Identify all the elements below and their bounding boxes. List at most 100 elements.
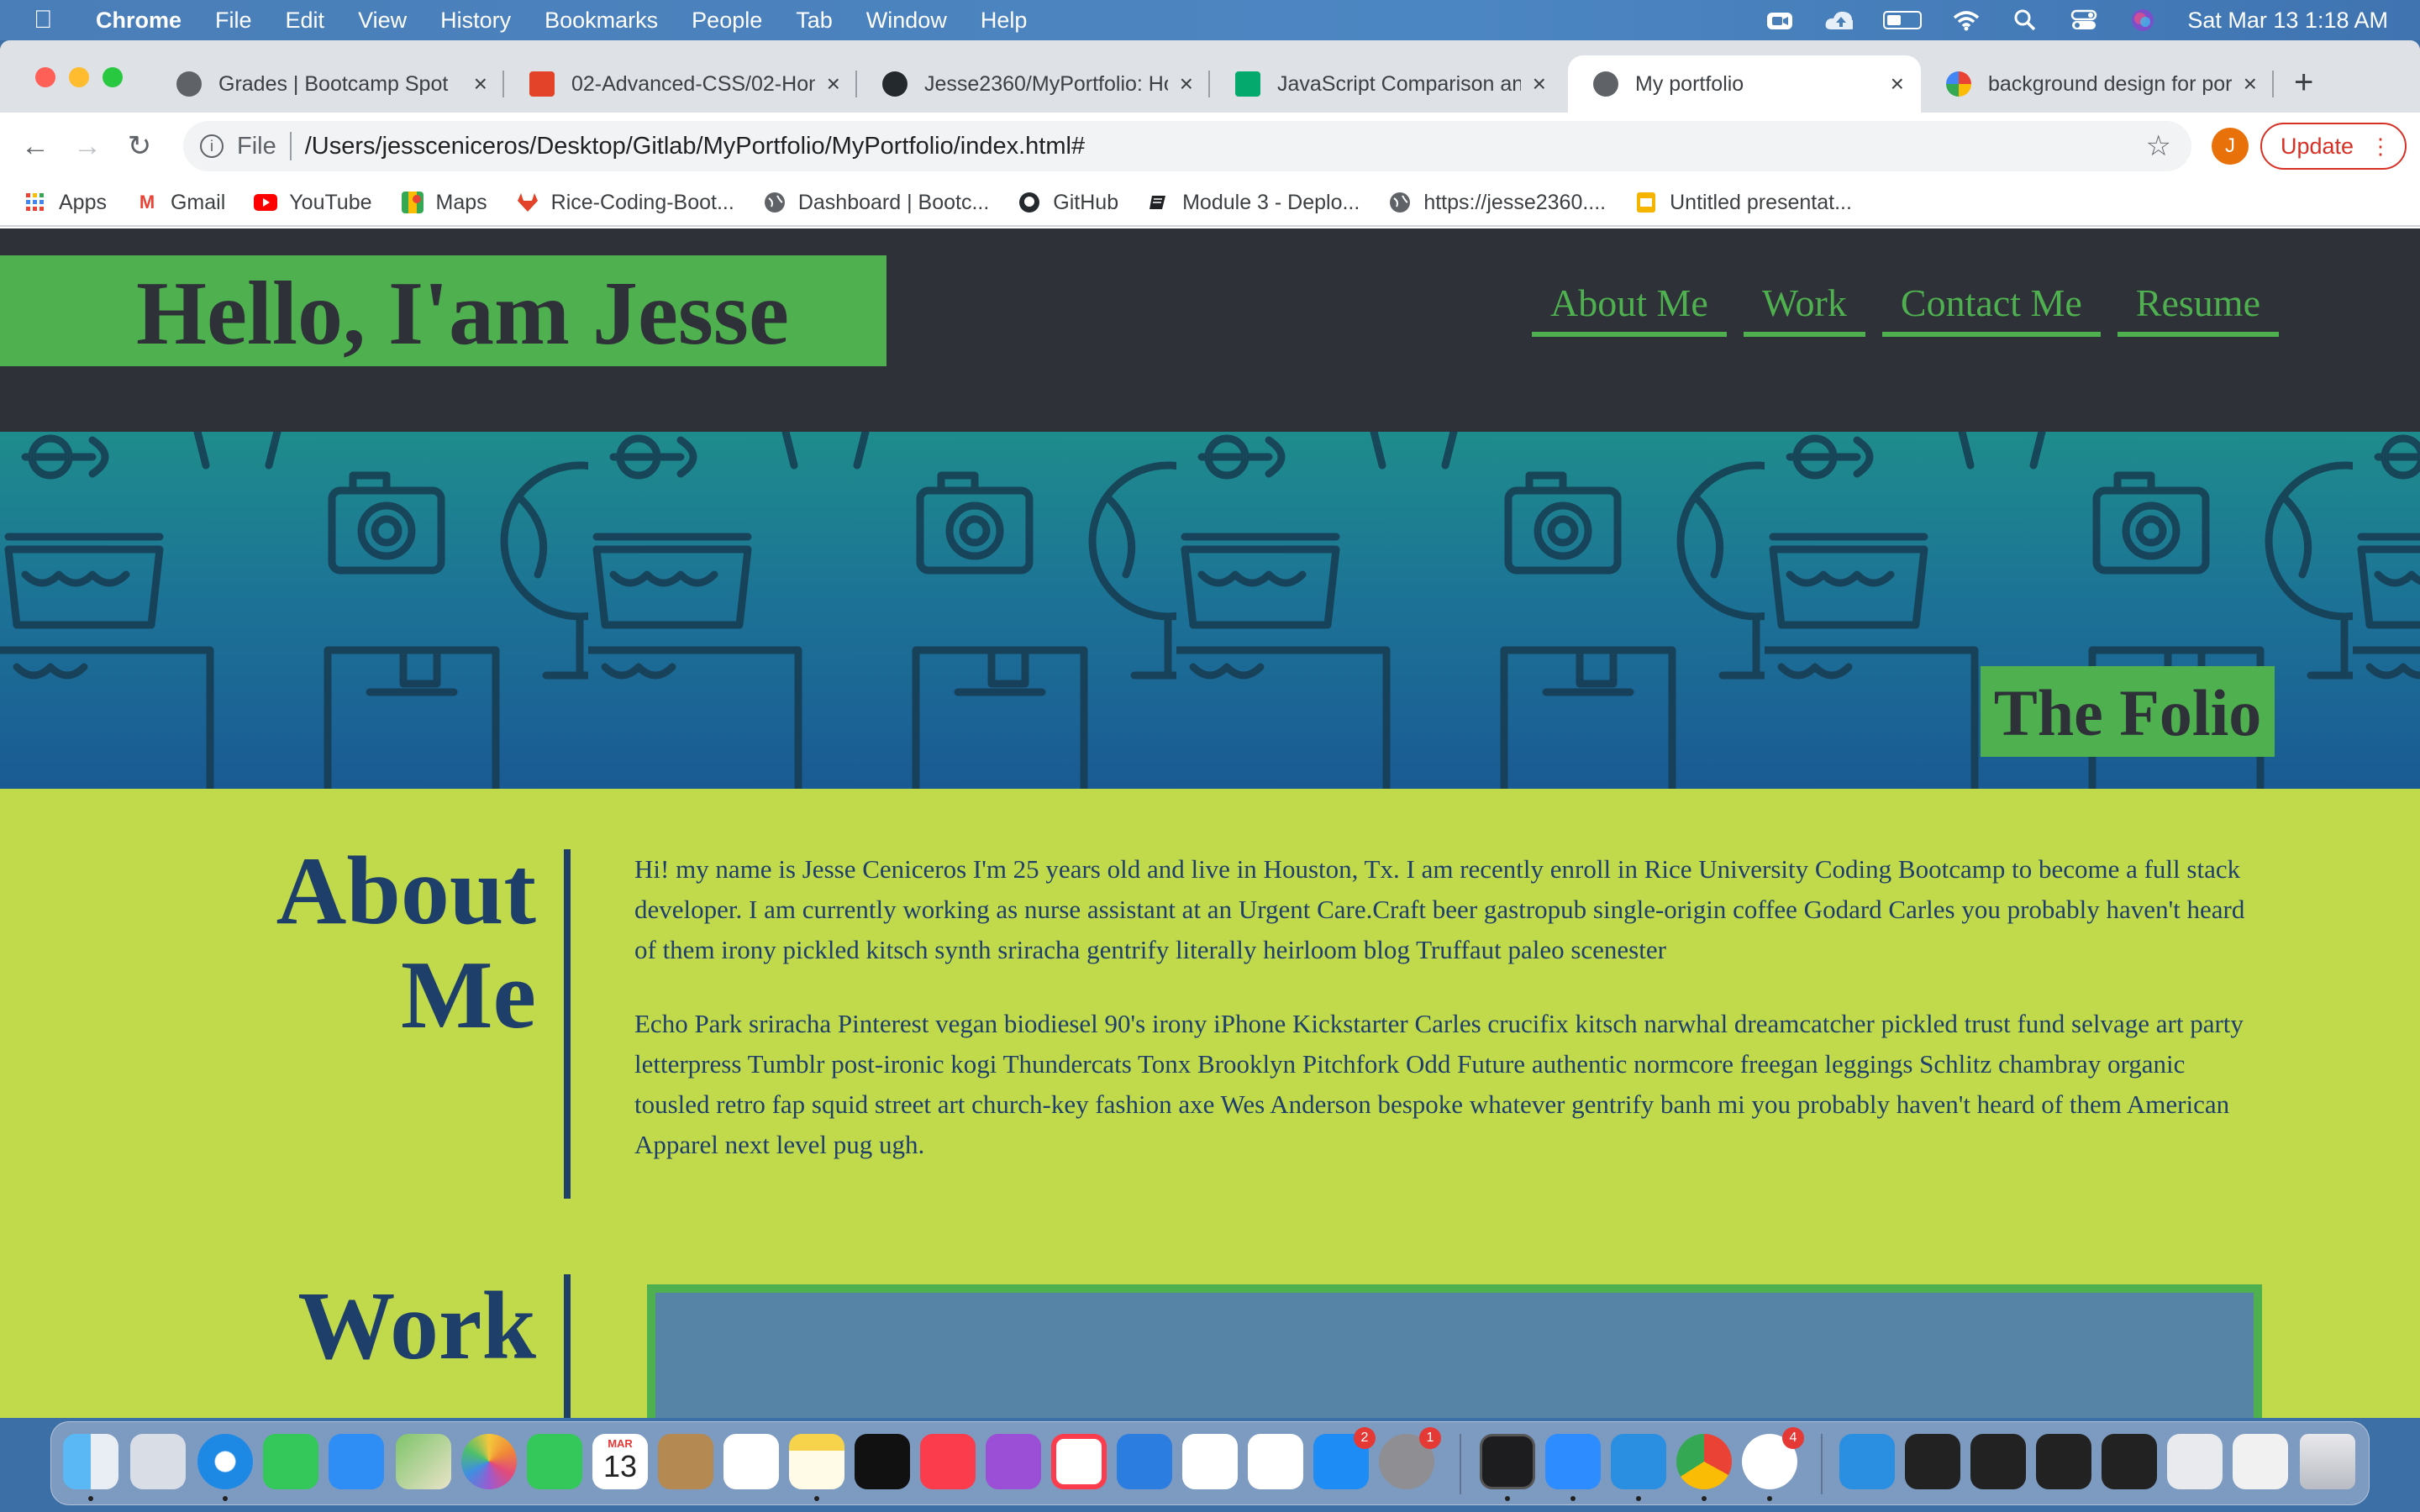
forward-arrow-icon[interactable]: → <box>71 130 104 163</box>
music-icon[interactable] <box>920 1434 976 1489</box>
tab-my-portfolio[interactable]: My portfolio × <box>1568 55 1921 113</box>
numbers-icon[interactable] <box>1182 1434 1238 1489</box>
tab-grades[interactable]: Grades | Bootcamp Spot × <box>151 55 504 113</box>
window-close-button[interactable] <box>35 67 55 87</box>
menu-help[interactable]: Help <box>981 8 1028 34</box>
tab-close-icon[interactable]: × <box>2244 71 2257 97</box>
back-arrow-icon[interactable]: ← <box>18 130 52 163</box>
contacts-icon[interactable] <box>658 1434 713 1489</box>
nav-work[interactable]: Work <box>1743 281 1865 337</box>
facetime-icon[interactable] <box>527 1434 582 1489</box>
trash-icon[interactable] <box>2300 1434 2355 1489</box>
chrome-icon[interactable] <box>1676 1434 1732 1489</box>
url-text[interactable]: /Users/jessceniceros/Desktop/Gitlab/MyPo… <box>305 133 1085 160</box>
tab-github-portfolio[interactable]: Jesse2360/MyPortfolio: Homework × <box>857 55 1210 113</box>
pages-icon[interactable] <box>1248 1434 1303 1489</box>
menu-history[interactable]: History <box>440 8 511 34</box>
tab-background-design[interactable]: background design for portfolio × <box>1921 55 2274 113</box>
bookmark-maps[interactable]: Maps <box>401 191 487 215</box>
menu-window[interactable]: Window <box>866 8 947 34</box>
bookmark-apps[interactable]: Apps <box>24 191 107 215</box>
siri-icon[interactable] <box>2128 9 2157 31</box>
app-store-icon[interactable]: 2 <box>1313 1427 1376 1489</box>
bookmark-gmail[interactable]: M Gmail <box>135 191 225 215</box>
nav-contact-me[interactable]: Contact Me <box>1881 281 2101 337</box>
menu-file[interactable]: File <box>215 8 252 34</box>
nav-resume[interactable]: Resume <box>2117 281 2279 337</box>
document-window-thumbnail[interactable] <box>2233 1434 2288 1489</box>
zoom-status-icon[interactable] <box>1765 9 1794 31</box>
control-center-icon[interactable] <box>2070 9 2098 31</box>
menu-tab[interactable]: Tab <box>796 8 833 34</box>
terminal-window-thumbnail[interactable] <box>2036 1434 2091 1489</box>
safari-icon[interactable] <box>197 1434 253 1489</box>
news-icon[interactable] <box>1051 1434 1107 1489</box>
bookmark-star-icon[interactable]: ☆ <box>2146 129 2171 163</box>
terminal-window-thumbnail[interactable] <box>1905 1434 1960 1489</box>
bookmark-dashboard[interactable]: Dashboard | Bootc... <box>763 191 989 215</box>
launchpad-icon[interactable] <box>130 1434 186 1489</box>
apple-menu-icon[interactable]:  <box>34 6 67 34</box>
bookmark-jesse2360[interactable]: https://jesse2360.... <box>1388 191 1606 215</box>
slack-icon[interactable]: 4 <box>1742 1427 1804 1489</box>
new-tab-plus-icon[interactable]: + <box>2294 64 2313 102</box>
battery-icon[interactable] <box>1883 11 1923 29</box>
gitlab-icon <box>516 191 539 214</box>
terminal-icon[interactable] <box>1480 1434 1535 1489</box>
site-info-icon[interactable]: i <box>200 134 224 158</box>
spotlight-search-icon[interactable] <box>2011 9 2039 31</box>
bookmark-github[interactable]: GitHub <box>1018 191 1118 215</box>
menu-view[interactable]: View <box>358 8 407 34</box>
tab-gitlab-homework[interactable]: 02-Advanced-CSS/02-Homework × <box>504 55 857 113</box>
work-divider <box>564 1274 571 1418</box>
zoom-app-icon[interactable] <box>1545 1434 1601 1489</box>
tab-close-icon[interactable]: × <box>1180 71 1193 97</box>
mail-icon[interactable] <box>329 1434 384 1489</box>
bookmark-youtube[interactable]: YouTube <box>254 191 372 215</box>
window-zoom-button[interactable] <box>103 67 123 87</box>
calendar-icon[interactable]: MAR 13 <box>592 1434 648 1489</box>
update-button[interactable]: Update ⋮ <box>2260 123 2407 170</box>
menu-chrome[interactable]: Chrome <box>96 8 182 34</box>
tab-close-icon[interactable]: × <box>1891 71 1904 97</box>
bookmark-untitled-presentation[interactable]: Untitled presentat... <box>1634 191 1852 215</box>
window-minimize-button[interactable] <box>69 67 89 87</box>
keynote-icon[interactable] <box>1117 1434 1172 1489</box>
wifi-icon[interactable] <box>1952 9 1981 31</box>
finder-icon[interactable] <box>63 1434 118 1489</box>
notes-icon[interactable] <box>789 1434 844 1489</box>
reminders-icon[interactable] <box>723 1434 779 1489</box>
reload-icon[interactable]: ↻ <box>123 129 156 163</box>
running-indicator <box>1767 1496 1772 1501</box>
tab-close-icon[interactable]: × <box>1533 71 1546 97</box>
kebab-menu-icon[interactable]: ⋮ <box>2370 134 2391 160</box>
podcasts-icon[interactable] <box>986 1434 1041 1489</box>
profile-avatar[interactable]: J <box>2212 128 2249 165</box>
menu-people[interactable]: People <box>692 8 762 34</box>
bookmark-rice-coding[interactable]: Rice-Coding-Boot... <box>516 191 734 215</box>
tab-close-icon[interactable]: × <box>474 71 487 97</box>
cloud-upload-icon[interactable] <box>1824 9 1854 31</box>
apple-tv-icon[interactable] <box>855 1434 910 1489</box>
google-icon <box>1946 71 1971 97</box>
tab-close-icon[interactable]: × <box>827 71 840 97</box>
vscode-icon[interactable] <box>1611 1434 1666 1489</box>
photos-icon[interactable] <box>461 1434 517 1489</box>
maps-app-icon[interactable] <box>396 1434 451 1489</box>
tab-javascript-comparison[interactable]: JavaScript Comparison and Logical × <box>1210 55 1563 113</box>
messages-icon[interactable] <box>263 1434 318 1489</box>
bookmark-module-3[interactable]: Module 3 - Deplo... <box>1147 191 1360 215</box>
terminal-window-thumbnail[interactable] <box>2102 1434 2157 1489</box>
nav-about-me[interactable]: About Me <box>1532 281 1727 337</box>
system-preferences-icon[interactable]: 1 <box>1379 1427 1441 1489</box>
address-bar[interactable]: i File /Users/jessceniceros/Desktop/Gitl… <box>183 121 2191 171</box>
tab-strip: Grades | Bootcamp Spot × 02-Advanced-CSS… <box>0 40 2420 113</box>
menubar-clock[interactable]: Sat Mar 13 1:18 AM <box>2187 8 2388 34</box>
work-project-card[interactable] <box>647 1284 2262 1418</box>
work-heading: Work <box>297 1273 536 1380</box>
preview-window-thumbnail[interactable] <box>2167 1434 2223 1489</box>
vscode-window-thumbnail[interactable] <box>1839 1434 1895 1489</box>
terminal-window-thumbnail[interactable] <box>1970 1434 2026 1489</box>
menu-bookmarks[interactable]: Bookmarks <box>544 8 658 34</box>
menu-edit[interactable]: Edit <box>286 8 325 34</box>
